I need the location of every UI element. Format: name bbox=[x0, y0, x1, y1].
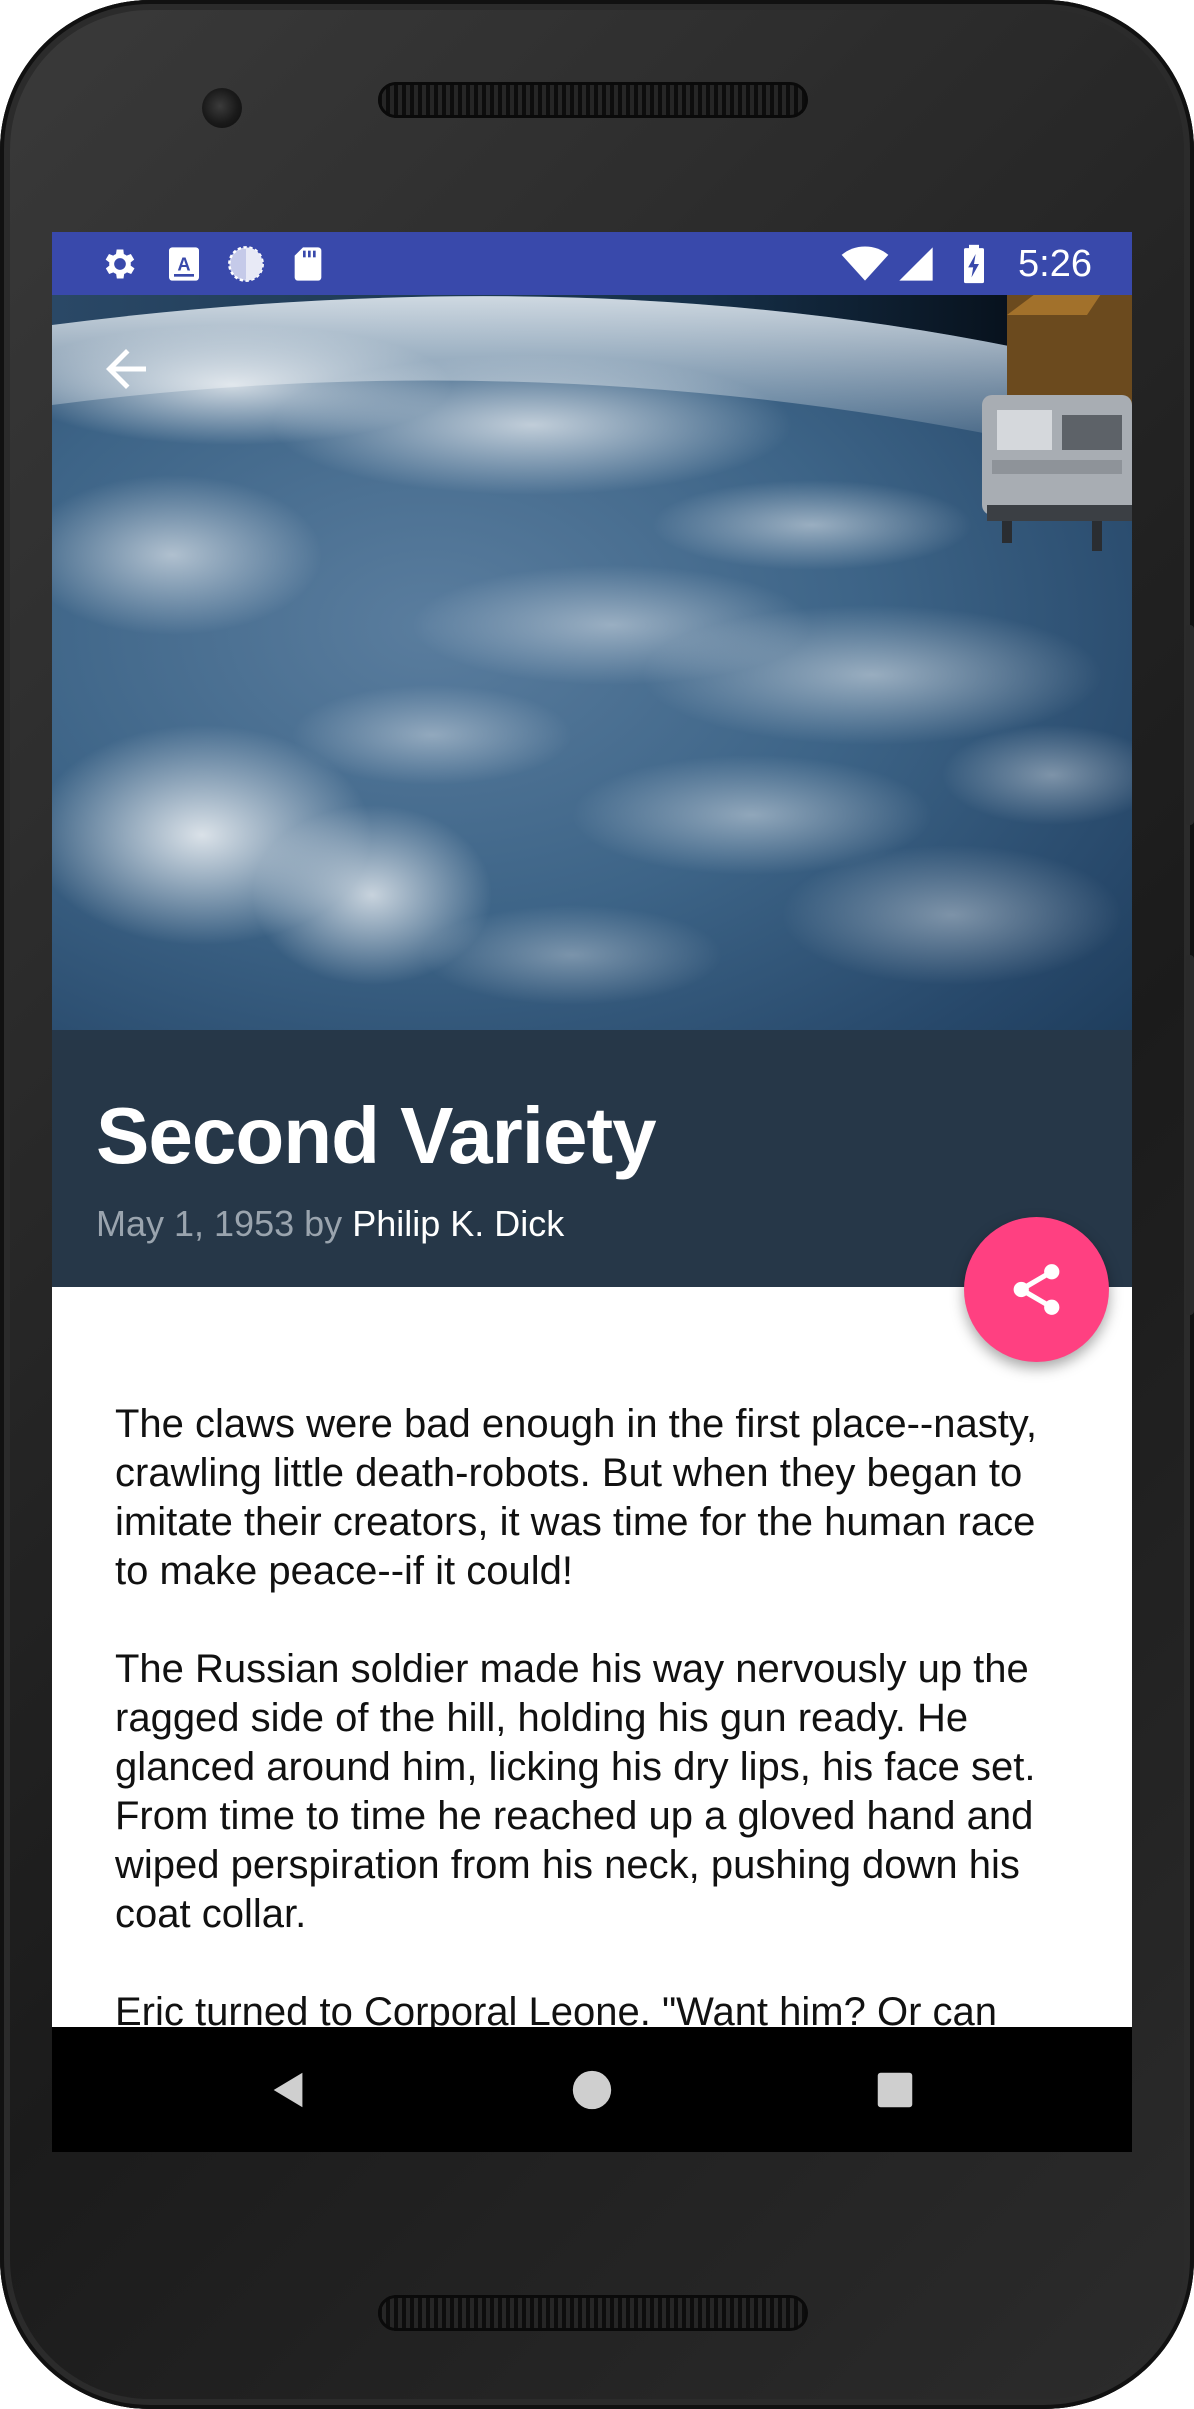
phone-frame: A 5:26 Second Variety May 1, 1953 by Phi… bbox=[0, 0, 1194, 2409]
settings-icon bbox=[105, 249, 135, 279]
share-icon bbox=[1013, 1264, 1060, 1315]
screen: A 5:26 Second Variety May 1, 1953 by Phi… bbox=[52, 232, 1132, 2152]
navigation-bar bbox=[52, 2027, 1132, 2152]
a-notification-icon: A bbox=[169, 247, 199, 281]
status-bar: A 5:26 bbox=[52, 232, 1132, 295]
article-body: The claws were bad enough in the first p… bbox=[115, 1400, 1075, 2086]
status-time: 5:26 bbox=[1018, 243, 1092, 285]
bottom-speaker-grille bbox=[378, 2295, 808, 2331]
earth-image bbox=[52, 295, 1132, 1030]
recents-square-icon[interactable] bbox=[872, 2067, 918, 2113]
back-arrow-icon[interactable] bbox=[96, 339, 156, 399]
volume-button bbox=[1186, 955, 1194, 1315]
share-button[interactable] bbox=[964, 1217, 1109, 1362]
article-paragraph: The claws were bad enough in the first p… bbox=[115, 1402, 1037, 1593]
article-author: Philip K. Dick bbox=[352, 1203, 565, 1244]
home-circle-icon[interactable] bbox=[569, 2067, 615, 2113]
article-by: by bbox=[304, 1203, 343, 1244]
article-paragraph: The Russian soldier made his way nervous… bbox=[115, 1647, 1036, 1936]
svg-text:A: A bbox=[177, 254, 190, 275]
article-date: May 1, 1953 bbox=[96, 1203, 295, 1244]
front-camera bbox=[202, 88, 242, 128]
battery-charging-icon bbox=[964, 244, 984, 284]
back-triangle-icon[interactable] bbox=[266, 2067, 312, 2113]
sync-circle-icon bbox=[228, 246, 264, 282]
hero-image bbox=[52, 295, 1132, 1030]
article-title: Second Variety bbox=[96, 1091, 657, 1180]
wifi-icon bbox=[841, 246, 889, 281]
article-header: Second Variety May 1, 1953 by Philip K. … bbox=[52, 1030, 1132, 1287]
article-meta: May 1, 1953 by Philip K. Dick bbox=[96, 1202, 564, 1246]
sd-card-icon bbox=[294, 247, 322, 281]
power-button bbox=[1186, 625, 1194, 825]
signal-icon bbox=[899, 247, 933, 281]
top-speaker-grille bbox=[378, 82, 808, 118]
